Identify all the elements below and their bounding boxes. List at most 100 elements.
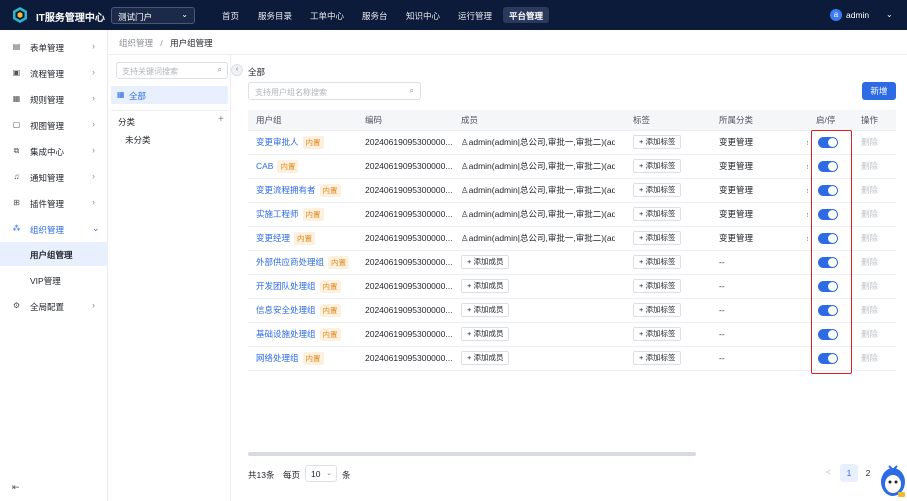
delete-button[interactable]: 删除 xyxy=(861,353,878,363)
group-name-link[interactable]: 变更经理 xyxy=(256,233,290,243)
delete-button[interactable]: 删除 xyxy=(861,329,878,339)
group-name-link[interactable]: 开发团队处理组 xyxy=(256,281,316,291)
chevron-down-icon: ⌄ xyxy=(326,470,332,477)
delete-button[interactable]: 删除 xyxy=(861,233,878,243)
horizontal-scrollbar[interactable] xyxy=(248,452,696,456)
sidebar-item-label: 用户组管理 xyxy=(30,250,73,260)
add-tag-button[interactable]: + 添加标签 xyxy=(633,303,682,317)
assistant-mascot-icon[interactable] xyxy=(878,462,907,501)
prev-page-button[interactable]: < xyxy=(826,467,831,477)
sidebar-item-notification[interactable]: ♫ 通知管理 › xyxy=(0,164,108,190)
tree-search-input[interactable]: 支持关键词搜索 ⌕ xyxy=(116,62,228,79)
tree-node-all[interactable]: ▦ 全部 xyxy=(111,86,228,104)
delete-button[interactable]: 删除 xyxy=(861,137,878,147)
add-button[interactable]: 新增 xyxy=(862,82,896,100)
extra-cell: s xyxy=(799,178,808,203)
collapse-panel-icon[interactable]: ‹ xyxy=(231,64,243,76)
nav-ticket-center[interactable]: 工单中心 xyxy=(304,7,350,23)
user-name[interactable]: admin xyxy=(846,10,869,20)
group-name-link[interactable]: 信息安全处理组 xyxy=(256,305,316,315)
add-tag-button[interactable]: + 添加标签 xyxy=(633,135,682,149)
delete-button[interactable]: 删除 xyxy=(861,209,878,219)
nav-knowledge-center[interactable]: 知识中心 xyxy=(400,7,446,23)
group-name-link[interactable]: 外部供应商处理组 xyxy=(256,257,324,267)
portal-selector[interactable]: 测试门户 ⌄ xyxy=(111,7,195,24)
sidebar-item-organization[interactable]: ⁂ 组织管理 ⌄ xyxy=(0,216,108,242)
enable-toggle[interactable] xyxy=(818,328,838,340)
delete-button[interactable]: 删除 xyxy=(861,185,878,195)
nav-service-desk[interactable]: 服务台 xyxy=(356,7,394,23)
enable-toggle[interactable] xyxy=(818,184,838,196)
sidebar-item-flow[interactable]: ▣ 流程管理 › xyxy=(0,60,108,86)
add-tag-button[interactable]: + 添加标签 xyxy=(633,231,682,245)
page-button-1[interactable]: 1 xyxy=(840,464,858,482)
enable-toggle[interactable] xyxy=(818,160,838,172)
sidebar-collapse-icon[interactable]: ⇤ xyxy=(12,482,20,493)
status-cell xyxy=(808,274,853,299)
sidebar-item-integration[interactable]: ⧉ 集成中心 › xyxy=(0,138,108,164)
enable-toggle[interactable] xyxy=(818,256,838,268)
add-member-button[interactable]: + 添加成员 xyxy=(461,351,510,365)
add-tag-button[interactable]: + 添加标签 xyxy=(633,279,682,293)
sidebar-item-plugin[interactable]: ⊞ 插件管理 › xyxy=(0,190,108,216)
chevron-down-icon: ⌄ xyxy=(92,223,100,233)
add-tag-button[interactable]: + 添加标签 xyxy=(633,327,682,341)
group-name-link[interactable]: 实施工程师 xyxy=(256,209,299,219)
group-search-input[interactable]: 支持用户组名称搜索 ⌕ xyxy=(248,82,421,100)
avatar[interactable]: a xyxy=(830,9,842,21)
sidebar-item-view[interactable]: ▢ 视图管理 › xyxy=(0,112,108,138)
builtin-badge: 内置 xyxy=(319,303,341,317)
enable-toggle[interactable] xyxy=(818,352,838,364)
group-name-link[interactable]: 变更审批人 xyxy=(256,137,299,147)
bell-icon: ♫ xyxy=(13,172,20,181)
sidebar-subitem-user-groups[interactable]: 用户组管理 xyxy=(0,242,108,266)
add-member-button[interactable]: + 添加成员 xyxy=(461,327,510,341)
add-tag-label: 添加标签 xyxy=(645,305,676,314)
chevron-down-icon[interactable]: ⌄ xyxy=(886,10,893,19)
enable-toggle[interactable] xyxy=(818,136,838,148)
delete-button[interactable]: 删除 xyxy=(861,257,878,267)
sidebar-item-form[interactable]: ▤ 表单管理 › xyxy=(0,34,108,60)
members-text: ♙admin(admin|总公司,审批一,审批二)(admin|总公司,审批一,… xyxy=(461,233,615,243)
enable-toggle[interactable] xyxy=(818,280,838,292)
add-member-button[interactable]: + 添加成员 xyxy=(461,255,510,269)
add-member-button[interactable]: + 添加成员 xyxy=(461,303,510,317)
add-tag-button[interactable]: + 添加标签 xyxy=(633,159,682,173)
tree-node-uncategorized[interactable]: 未分类 xyxy=(125,134,151,146)
enable-toggle[interactable] xyxy=(818,304,838,316)
category-cell: -- xyxy=(711,274,799,299)
add-tag-button[interactable]: + 添加标签 xyxy=(633,207,682,221)
add-tag-button[interactable]: + 添加标签 xyxy=(633,255,682,269)
group-name-link[interactable]: 基础设施处理组 xyxy=(256,329,316,339)
nav-platform-management[interactable]: 平台管理 xyxy=(503,7,550,23)
status-cell xyxy=(808,226,853,251)
delete-button[interactable]: 删除 xyxy=(861,281,878,291)
group-name-link[interactable]: 网络处理组 xyxy=(256,353,299,363)
enable-toggle[interactable] xyxy=(818,208,838,220)
add-tag-button[interactable]: + 添加标签 xyxy=(633,351,682,365)
add-tag-button[interactable]: + 添加标签 xyxy=(633,183,682,197)
delete-button[interactable]: 删除 xyxy=(861,305,878,315)
add-tag-label: 添加标签 xyxy=(645,161,676,170)
group-name-link[interactable]: 变更流程拥有者 xyxy=(256,185,316,195)
enable-toggle[interactable] xyxy=(818,232,838,244)
actions-cell: 删除 xyxy=(853,178,896,203)
breadcrumb-parent[interactable]: 组织管理 xyxy=(119,38,153,48)
add-category-icon[interactable]: + xyxy=(218,114,224,125)
sidebar-item-rule[interactable]: ▦ 规则管理 › xyxy=(0,86,108,112)
sidebar-item-global-config[interactable]: ⚙ 全局配置 › xyxy=(0,293,108,319)
nav-operations[interactable]: 运行管理 xyxy=(452,7,498,23)
tree-category-label: 分类 xyxy=(118,117,136,127)
nav-home[interactable]: 首页 xyxy=(216,7,245,23)
tags-cell: + 添加标签 xyxy=(625,178,711,203)
group-name-link[interactable]: CAB xyxy=(256,161,273,171)
user-group-table: 用户组 编码 成员 标签 所属分类 启/停 操作 变更审批人 内置 20240619… xyxy=(248,110,896,371)
page-button-2[interactable]: 2 xyxy=(859,464,877,482)
column-header: 成员 xyxy=(453,110,625,131)
page-size-select[interactable]: 10 ⌄ xyxy=(305,465,337,482)
table-row: 变更流程拥有者 内置 20240619095300000... ♙admin(admi… xyxy=(248,178,896,203)
add-member-button[interactable]: + 添加成员 xyxy=(461,279,510,293)
sidebar-subitem-vip[interactable]: VIP管理 xyxy=(0,268,108,292)
delete-button[interactable]: 删除 xyxy=(861,161,878,171)
nav-service-catalog[interactable]: 服务目录 xyxy=(252,7,298,23)
